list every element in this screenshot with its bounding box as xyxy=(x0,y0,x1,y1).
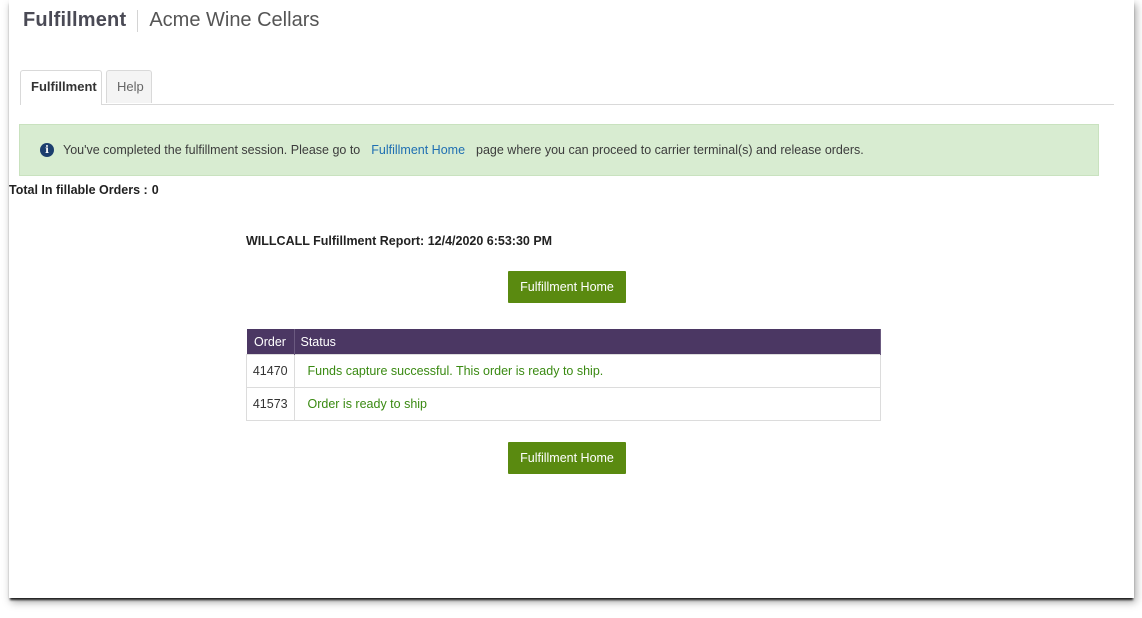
order-status-cell: Funds capture successful. This order is … xyxy=(293,354,881,388)
fulfillment-home-link[interactable]: Fulfillment Home xyxy=(371,143,465,157)
completion-notice: i You've completed the fulfillment sessi… xyxy=(19,124,1099,176)
app-window: Fulfillment Acme Wine Cellars Fulfillmen… xyxy=(9,0,1134,598)
table-row: 41470 Funds capture successful. This ord… xyxy=(246,354,881,388)
tab-help[interactable]: Help xyxy=(106,70,152,103)
notice-text-before: You've completed the fulfillment session… xyxy=(63,143,361,157)
report-title: WILLCALL Fulfillment Report: 12/4/2020 6… xyxy=(246,234,553,248)
tab-fulfillment[interactable]: Fulfillment xyxy=(20,70,102,105)
orders-table: Order Status 41470 Funds capture success… xyxy=(246,329,881,421)
order-id-cell: 41470 xyxy=(246,354,295,388)
order-id-cell: 41573 xyxy=(246,387,295,421)
column-header-order: Order xyxy=(246,329,295,355)
order-status-cell: Order is ready to ship xyxy=(293,387,881,421)
info-icon: i xyxy=(40,143,54,157)
notice-text-after: page where you can proceed to carrier te… xyxy=(476,143,864,157)
fulfillment-home-button-bottom[interactable]: Fulfillment Home xyxy=(508,442,626,474)
total-orders-label: Total In fillable Orders : xyxy=(9,183,148,197)
header-divider xyxy=(137,9,139,32)
org-name: Acme Wine Cellars xyxy=(149,9,320,31)
column-header-status: Status xyxy=(294,329,881,355)
table-row: 41573 Order is ready to ship xyxy=(246,387,881,421)
app-title: Fulfillment xyxy=(23,9,127,31)
total-orders-summary: Total In fillable Orders :0 xyxy=(9,183,159,197)
table-header-row: Order Status xyxy=(246,329,881,355)
tab-bar: Fulfillment Help xyxy=(20,70,1114,105)
fulfillment-home-button-top[interactable]: Fulfillment Home xyxy=(508,271,626,303)
total-orders-count: 0 xyxy=(151,183,159,197)
page-header: Fulfillment Acme Wine Cellars xyxy=(23,9,319,32)
